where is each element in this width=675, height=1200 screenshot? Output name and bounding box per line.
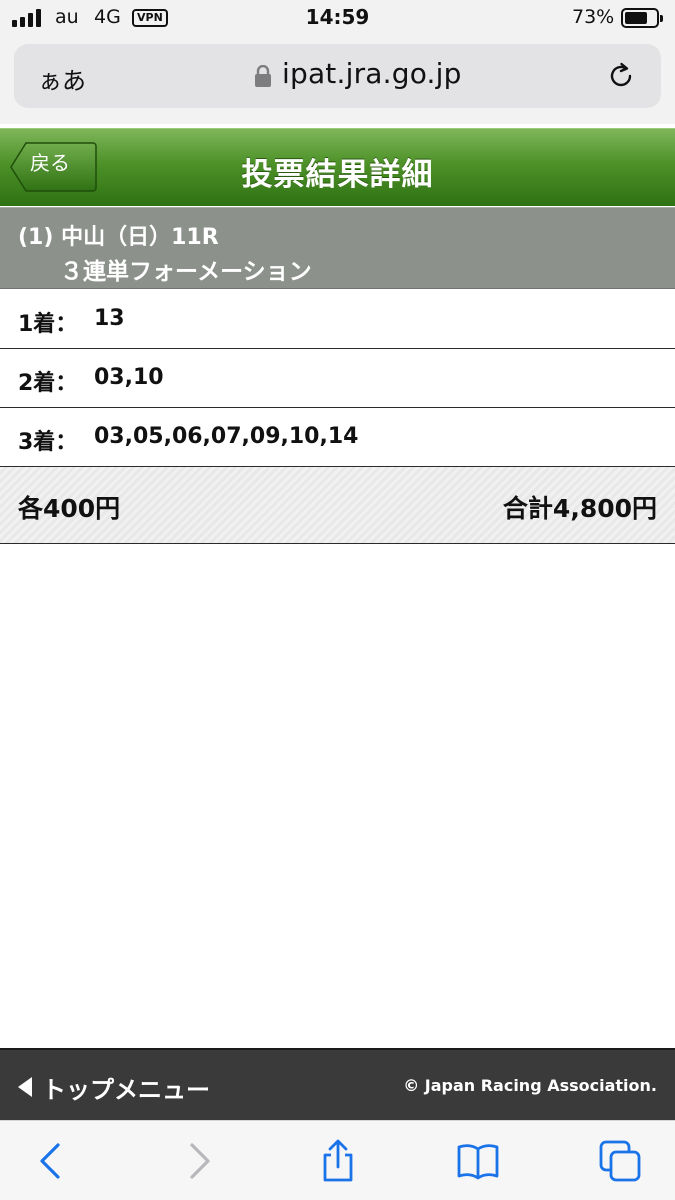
selection-numbers: 13 [94,306,125,331]
bookmarks-icon[interactable] [456,1139,500,1183]
selection-row-2nd: 2着： 03,10 [0,349,675,408]
tabs-icon[interactable] [598,1139,642,1183]
address-bar[interactable]: ぁあ ipat.jra.go.jp [14,44,661,108]
copyright-text: © Japan Racing Association. [403,1076,657,1095]
browser-toolbar [0,1120,675,1200]
battery-percentage: 73% [572,6,615,28]
battery-fill [625,12,647,24]
selection-position-label: 2着： [18,371,78,396]
top-menu-label: トップメニュー [42,1076,210,1104]
forward-arrow-icon[interactable] [176,1139,220,1183]
selection-numbers: 03,10 [94,365,164,390]
total-amount: 合計4,800円 [502,494,657,523]
selection-position-label: 3着： [18,430,78,455]
totals-row: 各400円 合計4,800円 [0,466,675,544]
selection-position-label: 1着： [18,312,78,337]
reader-settings-button[interactable]: ぁあ [38,61,86,96]
bet-type: ３連単フォーメーション [60,259,312,285]
status-bar: au 4G VPN 14:59 73% [0,0,675,38]
selection-row-3rd: 3着： 03,05,06,07,09,10,14 [0,408,675,467]
page-header: 戻る 投票結果詳細 [0,128,675,206]
reload-icon[interactable] [605,60,637,92]
selection-row-1st: 1着： 13 [0,290,675,349]
caret-left-icon [18,1077,32,1097]
race-name: (1) 中山（日）11R [18,225,219,250]
url-text[interactable]: ipat.jra.go.jp [282,57,462,90]
selection-numbers: 03,05,06,07,09,10,14 [94,424,359,449]
unit-amount: 各400円 [18,494,121,523]
browser-address-area: ぁあ ipat.jra.go.jp [0,38,675,124]
share-icon[interactable] [316,1139,360,1183]
lock-icon [255,65,271,87]
footer-bar: トップメニュー © Japan Racing Association. [0,1048,675,1120]
battery-icon [621,8,663,28]
page-title: 投票結果詳細 [241,157,434,193]
back-arrow-icon[interactable] [30,1139,74,1183]
race-info: (1) 中山（日）11R ３連単フォーメーション [0,207,675,289]
